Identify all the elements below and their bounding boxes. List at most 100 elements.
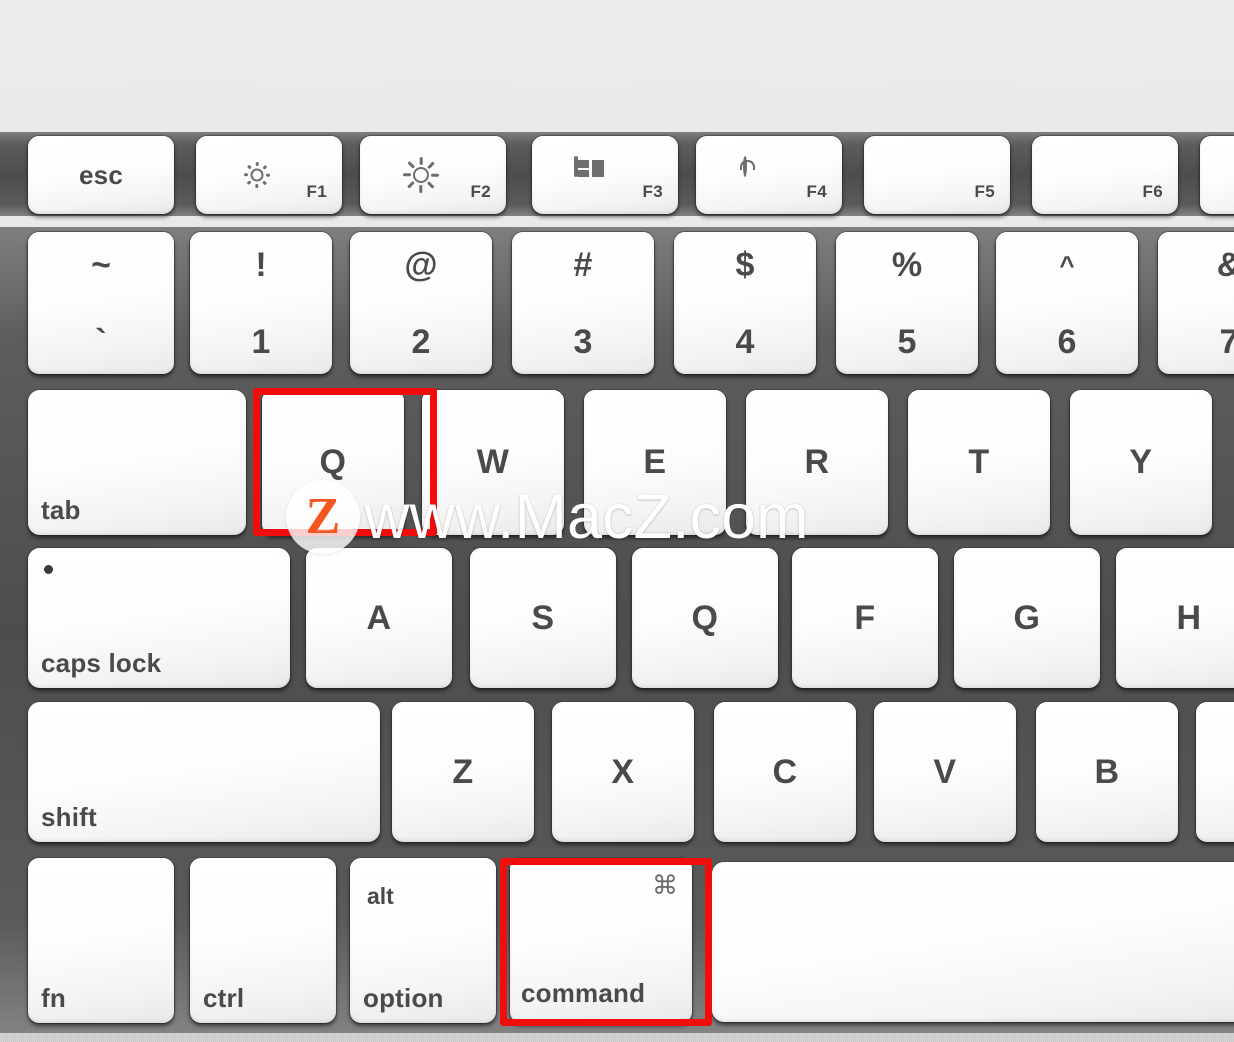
- key-T[interactable]: T: [908, 390, 1050, 535]
- key-gloss: [734, 865, 1234, 920]
- key-7[interactable]: & 7: [1158, 232, 1234, 374]
- key-Z[interactable]: Z: [392, 702, 534, 842]
- key-f2[interactable]: F2: [360, 136, 506, 214]
- key-capslock[interactable]: caps lock: [28, 548, 290, 688]
- key-label: Q: [319, 443, 347, 481]
- key-space[interactable]: [712, 862, 1234, 1022]
- key-command[interactable]: ⌘ command: [510, 858, 692, 1023]
- key-top-label: !: [255, 246, 267, 284]
- key-bottom-label: 7: [1219, 323, 1234, 361]
- key-fn-label: F1: [306, 182, 327, 201]
- key-W[interactable]: W: [422, 390, 564, 535]
- key-top-label: &: [1158, 246, 1234, 285]
- key-label: H: [1176, 598, 1202, 637]
- key-gloss: [1037, 139, 1173, 166]
- key-f4[interactable]: F4: [696, 136, 842, 214]
- key-G[interactable]: G: [954, 548, 1100, 688]
- key-fn-label: F6: [1142, 182, 1163, 201]
- key-top-label: ~: [91, 246, 111, 284]
- key-top-label: %: [891, 246, 923, 284]
- key-label: Q: [691, 598, 719, 637]
- key-gloss: [1201, 705, 1234, 753]
- key-Q[interactable]: Q: [262, 390, 404, 535]
- key-label: S: [531, 598, 555, 637]
- key-fn-label: F3: [642, 182, 663, 201]
- key-3[interactable]: # 3: [512, 232, 654, 374]
- key-6[interactable]: ^ 6: [996, 232, 1138, 374]
- command-glyph-icon: ⌘: [652, 870, 678, 900]
- key-V[interactable]: V: [874, 702, 1016, 842]
- key-label: ctrl: [203, 983, 245, 1013]
- key-tab[interactable]: tab: [28, 390, 246, 535]
- key-f1[interactable]: F1: [196, 136, 342, 214]
- key-label: Z: [452, 752, 474, 791]
- key-label: R: [804, 443, 830, 481]
- key-X[interactable]: X: [552, 702, 694, 842]
- siri-icon: [743, 156, 747, 177]
- key-label: Y: [1129, 443, 1153, 481]
- key-fn-label: F2: [470, 182, 491, 201]
- key-fn[interactable]: fn: [28, 858, 174, 1023]
- key-R[interactable]: R: [746, 390, 888, 535]
- key-1[interactable]: ! 1: [190, 232, 332, 374]
- key-f7[interactable]: [1200, 136, 1234, 214]
- key-top-label: @: [404, 246, 438, 284]
- key-label: X: [611, 752, 635, 791]
- key-f6[interactable]: F6: [1032, 136, 1178, 214]
- keyboard-photo: esc F1 F2 F3 F4 F5 F6 ~ ` ! 1 @ 2 # 3 $ …: [0, 0, 1234, 1042]
- key-gloss: [869, 139, 1005, 166]
- key-label: A: [366, 598, 392, 637]
- key-gloss: [33, 861, 169, 918]
- key-S[interactable]: S: [470, 548, 616, 688]
- key-bottom-label: 6: [1057, 323, 1077, 361]
- key-label: T: [968, 443, 990, 481]
- capslock-indicator-icon: [44, 565, 53, 574]
- key-top-label: #: [573, 246, 593, 284]
- key-fn-label: F5: [974, 182, 995, 201]
- key-label: esc: [79, 159, 123, 190]
- key-Y[interactable]: Y: [1070, 390, 1212, 535]
- key-bottom-label: 1: [251, 323, 271, 361]
- key-A[interactable]: A: [306, 548, 452, 688]
- key-F[interactable]: F: [792, 548, 938, 688]
- key-f3[interactable]: F3: [532, 136, 678, 214]
- key-gloss: [537, 139, 673, 166]
- key-D[interactable]: Q: [632, 548, 778, 688]
- key-label: fn: [41, 983, 66, 1013]
- key-top-label: ^: [1059, 250, 1075, 280]
- key-label: tab: [41, 495, 81, 525]
- key-gloss: [42, 705, 366, 753]
- key-fn-label: F4: [806, 182, 827, 201]
- key-2[interactable]: @ 2: [350, 232, 492, 374]
- key-top-label: $: [735, 246, 755, 284]
- key-gloss: [701, 139, 837, 166]
- key-shift[interactable]: shift: [28, 702, 380, 842]
- key-label: option: [363, 983, 444, 1013]
- key-label: F: [854, 598, 876, 637]
- key-label: caps lock: [41, 648, 162, 678]
- key-label: E: [643, 443, 667, 481]
- key-gloss: [36, 393, 238, 443]
- key-H[interactable]: H: [1116, 548, 1234, 688]
- brightness-up-icon: [403, 157, 439, 193]
- key-E[interactable]: E: [584, 390, 726, 535]
- key-B[interactable]: B: [1036, 702, 1178, 842]
- key-f5[interactable]: F5: [864, 136, 1010, 214]
- mission-control-icon: [574, 156, 604, 177]
- key-option[interactable]: alt option: [350, 858, 496, 1023]
- key-bottom-label: 3: [573, 323, 593, 361]
- key-gloss: [38, 551, 280, 599]
- key-C[interactable]: C: [714, 702, 856, 842]
- key-N[interactable]: [1196, 702, 1234, 842]
- key-4[interactable]: $ 4: [674, 232, 816, 374]
- key-alt-label: alt: [367, 883, 394, 909]
- key-ctrl[interactable]: ctrl: [190, 858, 336, 1023]
- key-label: C: [772, 752, 798, 791]
- key-bottom-label: 2: [411, 323, 431, 361]
- key-gloss: [195, 861, 331, 918]
- brightness-down-icon: [242, 160, 272, 190]
- key-esc[interactable]: esc: [28, 136, 174, 214]
- key-label: B: [1094, 752, 1120, 791]
- key-backtick[interactable]: ~ `: [28, 232, 174, 374]
- key-5[interactable]: % 5: [836, 232, 978, 374]
